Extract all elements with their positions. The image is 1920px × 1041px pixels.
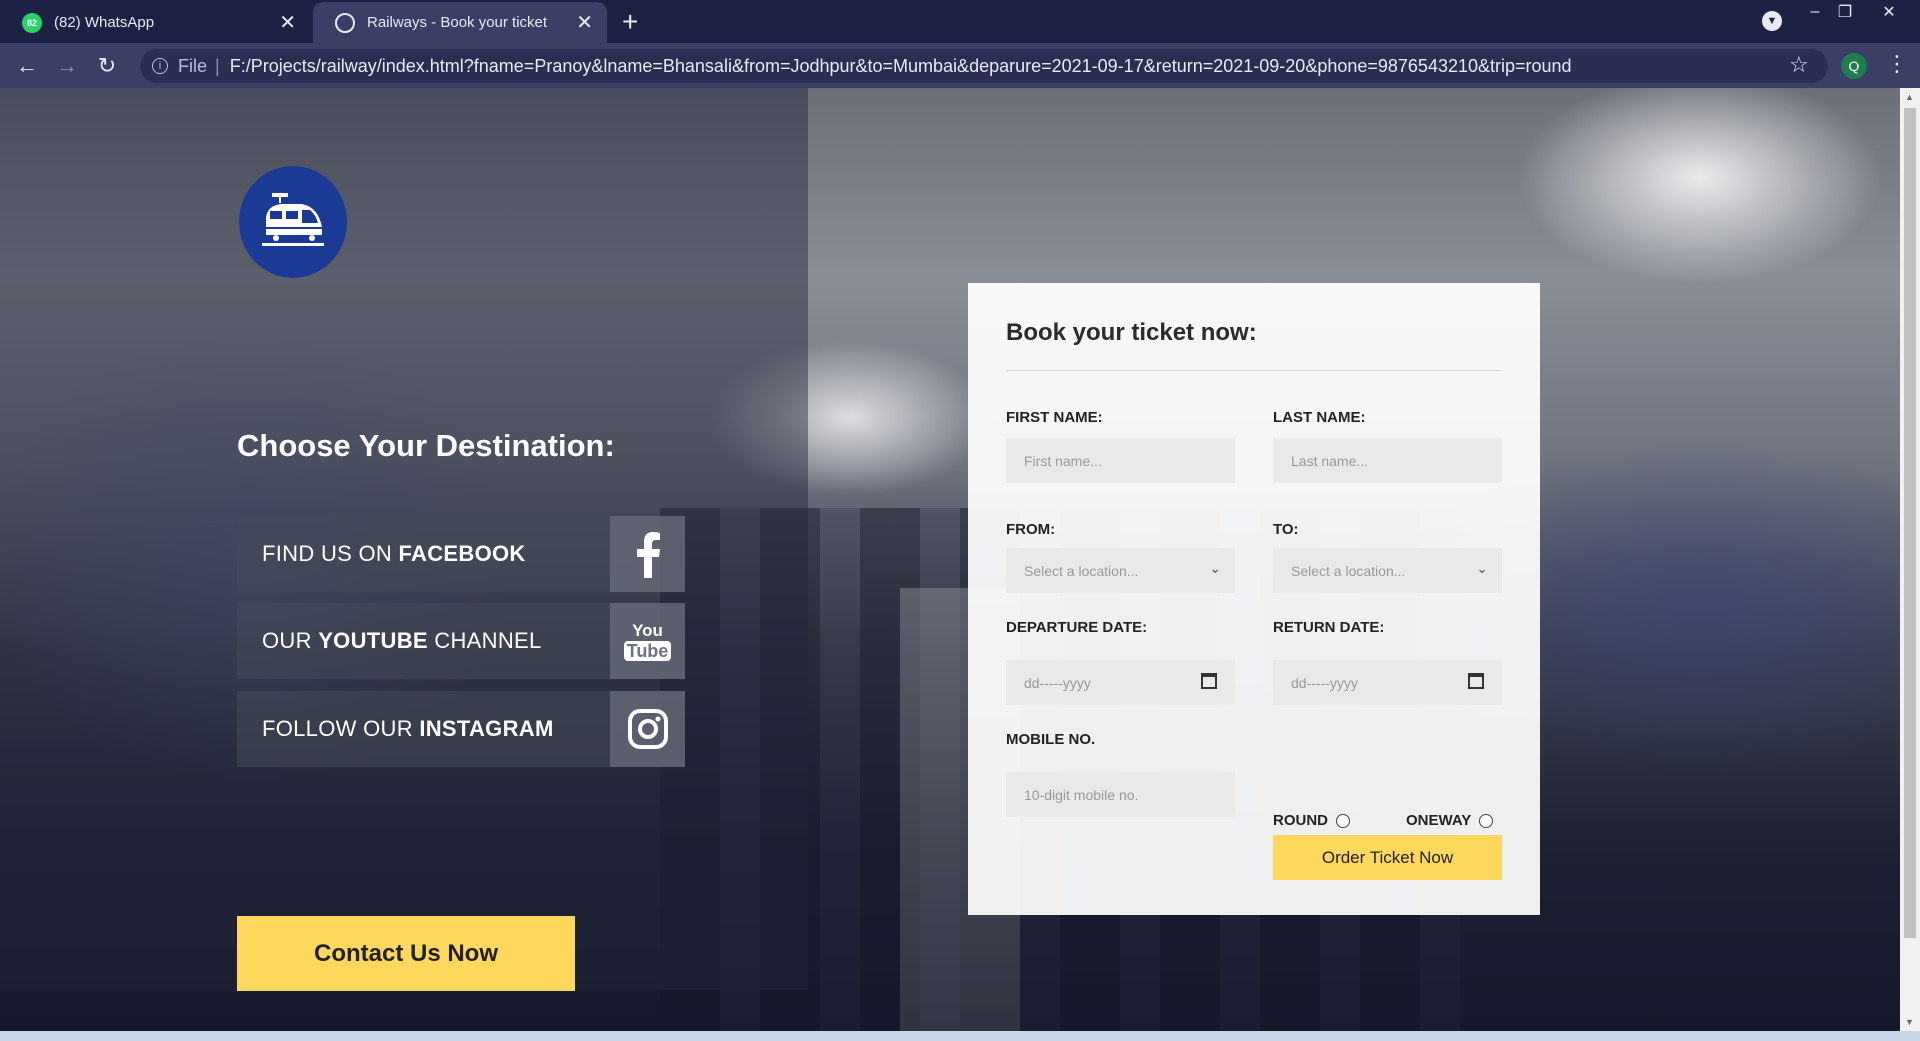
tab-title: Railways - Book your ticket — [367, 14, 548, 31]
back-button[interactable]: ← — [12, 51, 42, 81]
scroll-down-icon[interactable]: ▼ — [1905, 1017, 1914, 1027]
facebook-link[interactable]: FIND US ON FACEBOOK — [237, 516, 685, 592]
tab-whatsapp[interactable]: 82 (82) WhatsApp ✕ — [0, 2, 310, 43]
first-name-input[interactable]: First name... — [1006, 438, 1235, 483]
browser-menu-icon[interactable]: ⋮ — [1886, 51, 1908, 77]
restore-button[interactable]: ❐ — [1830, 0, 1860, 24]
calendar-icon[interactable] — [1468, 673, 1484, 689]
page-viewport: Choose Your Destination: FIND US ON FACE… — [0, 88, 1900, 1031]
os-taskbar — [0, 1031, 1920, 1041]
youtube-link[interactable]: OUR YOUTUBE CHANNEL You Tube — [237, 603, 685, 679]
scrollbar-thumb[interactable] — [1904, 108, 1916, 938]
tab-railways[interactable]: Railways - Book your ticket ✕ — [313, 2, 607, 43]
to-label: TO: — [1273, 521, 1299, 538]
divider — [1006, 370, 1502, 371]
browser-tabstrip: 82 (82) WhatsApp ✕ Railways - Book your … — [0, 0, 1920, 43]
new-tab-button[interactable]: + — [622, 6, 638, 38]
oneway-label: ONEWAY — [1406, 812, 1472, 829]
contact-us-button[interactable]: Contact Us Now — [237, 916, 575, 991]
mobile-label: MOBILE NO. — [1006, 731, 1096, 748]
from-label: FROM: — [1006, 521, 1056, 538]
separator: | — [215, 55, 220, 76]
order-ticket-button[interactable]: Order Ticket Now — [1273, 835, 1502, 880]
facebook-link-label: FIND US ON FACEBOOK — [262, 541, 526, 566]
last-name-input[interactable]: Last name... — [1273, 438, 1502, 483]
departure-date-label: DEPARTURE DATE: — [1006, 619, 1148, 636]
youtube-icon: You Tube — [610, 603, 685, 679]
form-title: Book your ticket now: — [1006, 319, 1257, 346]
mobile-input[interactable]: 10-digit mobile no. — [1006, 772, 1235, 817]
address-bar[interactable]: i File | F:/Projects/railway/index.html?… — [140, 49, 1828, 83]
info-icon[interactable]: i — [152, 58, 168, 74]
chevron-down-icon: ⌄ — [1476, 560, 1488, 576]
oneway-trip-option[interactable]: ONEWAY — [1406, 812, 1494, 829]
return-date-input[interactable]: dd-----yyyy — [1273, 660, 1502, 705]
minimize-button[interactable]: – — [1800, 0, 1830, 24]
return-date-label: RETURN DATE: — [1273, 619, 1385, 636]
round-radio[interactable] — [1336, 813, 1350, 828]
to-select[interactable]: Select a location... ⌄ — [1273, 548, 1502, 593]
url-text[interactable]: F:/Projects/railway/index.html?fname=Pra… — [230, 56, 1572, 77]
instagram-link[interactable]: FOLLOW OUR INSTAGRAM — [237, 691, 685, 767]
close-tab-icon[interactable]: ✕ — [576, 10, 593, 35]
profile-avatar[interactable]: Q — [1841, 53, 1867, 79]
close-tab-icon[interactable]: ✕ — [279, 10, 296, 35]
round-trip-option[interactable]: ROUND — [1273, 812, 1350, 829]
scheme-label: File — [178, 55, 208, 76]
close-window-button[interactable]: ✕ — [1874, 0, 1904, 24]
chevron-down-icon: ⌄ — [1209, 560, 1221, 576]
first-name-label: FIRST NAME: — [1006, 409, 1103, 426]
train-logo[interactable] — [239, 166, 347, 278]
reload-button[interactable]: ↻ — [92, 51, 122, 81]
booking-form: Book your ticket now: FIRST NAME: First … — [968, 283, 1540, 915]
forward-button[interactable]: → — [52, 51, 82, 81]
tab-search-icon[interactable]: ▼ — [1762, 11, 1782, 31]
round-label: ROUND — [1273, 812, 1328, 829]
destination-heading: Choose Your Destination: — [237, 428, 615, 463]
instagram-link-label: FOLLOW OUR INSTAGRAM — [262, 716, 554, 741]
departure-date-input[interactable]: dd-----yyyy — [1006, 660, 1235, 705]
instagram-icon — [610, 691, 685, 767]
whatsapp-icon: 82 — [22, 12, 42, 33]
youtube-link-label: OUR YOUTUBE CHANNEL — [262, 628, 542, 653]
browser-toolbar: ← → ↻ i File | F:/Projects/railway/index… — [0, 43, 1920, 88]
page-scrollbar[interactable]: ▲ ▼ — [1900, 88, 1920, 1031]
from-select[interactable]: Select a location... ⌄ — [1006, 548, 1235, 593]
facebook-icon — [610, 516, 685, 592]
globe-icon — [335, 12, 355, 33]
train-icon — [262, 193, 324, 246]
last-name-label: LAST NAME: — [1273, 409, 1366, 426]
calendar-icon[interactable] — [1201, 673, 1217, 689]
tab-title: (82) WhatsApp — [54, 14, 155, 31]
bookmark-star-icon[interactable]: ☆ — [1789, 52, 1809, 78]
oneway-radio[interactable] — [1479, 813, 1494, 828]
scroll-up-icon[interactable]: ▲ — [1905, 92, 1914, 102]
